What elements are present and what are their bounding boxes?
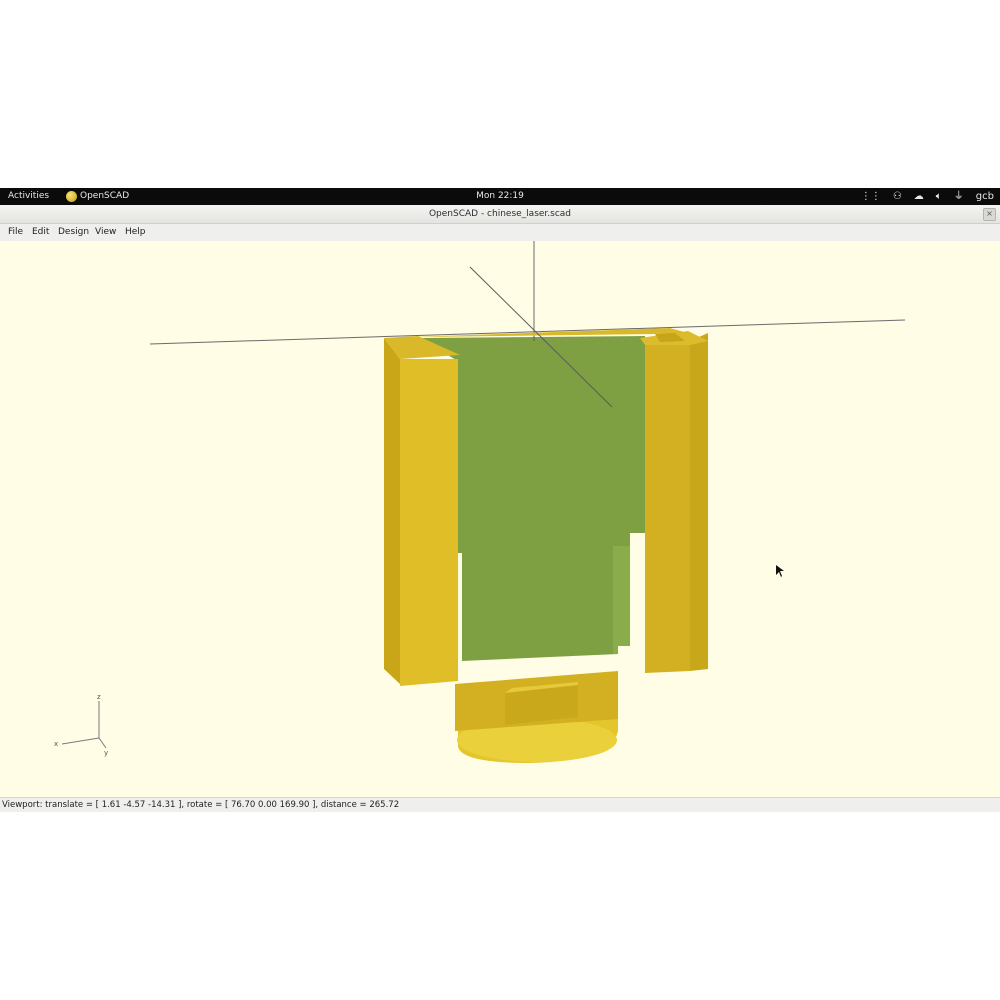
accessibility-icon[interactable]: ⚇ — [893, 188, 902, 205]
volume-icon[interactable]: 🔈︎ — [936, 188, 942, 205]
close-icon[interactable]: × — [983, 208, 996, 221]
gizmo-z-label: z — [97, 693, 101, 701]
left-pillar-front — [400, 359, 458, 686]
activities-button[interactable]: Activities — [8, 188, 49, 205]
app-menu[interactable]: OpenSCAD — [66, 188, 129, 205]
gizmo-x — [61, 737, 100, 745]
menu-edit[interactable]: Edit — [32, 224, 49, 241]
clock[interactable]: Mon 22:19 — [0, 188, 1000, 205]
menu-bar: File Edit Design View Help — [0, 224, 1000, 241]
window-titlebar[interactable]: OpenSCAD - chinese_laser.scad × — [0, 205, 1000, 224]
gizmo-x-label: x — [54, 740, 58, 748]
right-pillar-side — [690, 333, 708, 671]
user-menu[interactable]: gcb — [976, 188, 994, 205]
network-icon[interactable]: ⏚ — [954, 188, 964, 205]
app-name: OpenSCAD — [80, 191, 130, 201]
menu-design[interactable]: Design — [58, 224, 89, 241]
render-canvas: z x y — [54, 241, 906, 763]
openscad-logo-icon — [66, 191, 77, 202]
desktop-screen: Activities OpenSCAD Mon 22:19 ⋮⋮ ⚇ ☁ 🔈︎ … — [0, 188, 1000, 812]
menu-file[interactable]: File — [8, 224, 23, 241]
right-pillar-front — [645, 341, 690, 673]
menu-view[interactable]: View — [95, 224, 116, 241]
window-title: OpenSCAD - chinese_laser.scad — [428, 209, 572, 219]
system-tray: ⋮⋮ ⚇ ☁ 🔈︎ ⏚ gcb — [861, 188, 994, 205]
chat-icon[interactable]: ☁ — [914, 188, 924, 205]
3d-viewport[interactable]: z x y — [0, 241, 1000, 797]
grid-icon[interactable]: ⋮⋮ — [861, 188, 881, 205]
mouse-cursor-icon — [776, 565, 784, 577]
gizmo-y — [98, 737, 107, 749]
gnome-top-bar: Activities OpenSCAD Mon 22:19 ⋮⋮ ⚇ ☁ 🔈︎ … — [0, 188, 1000, 205]
menu-help[interactable]: Help — [125, 224, 146, 241]
gizmo-y-label: y — [104, 749, 108, 757]
green-slot-light — [613, 546, 630, 654]
status-bar: Viewport: translate = [ 1.61 -4.57 -14.3… — [0, 797, 1000, 812]
left-pillar-side — [384, 338, 400, 684]
